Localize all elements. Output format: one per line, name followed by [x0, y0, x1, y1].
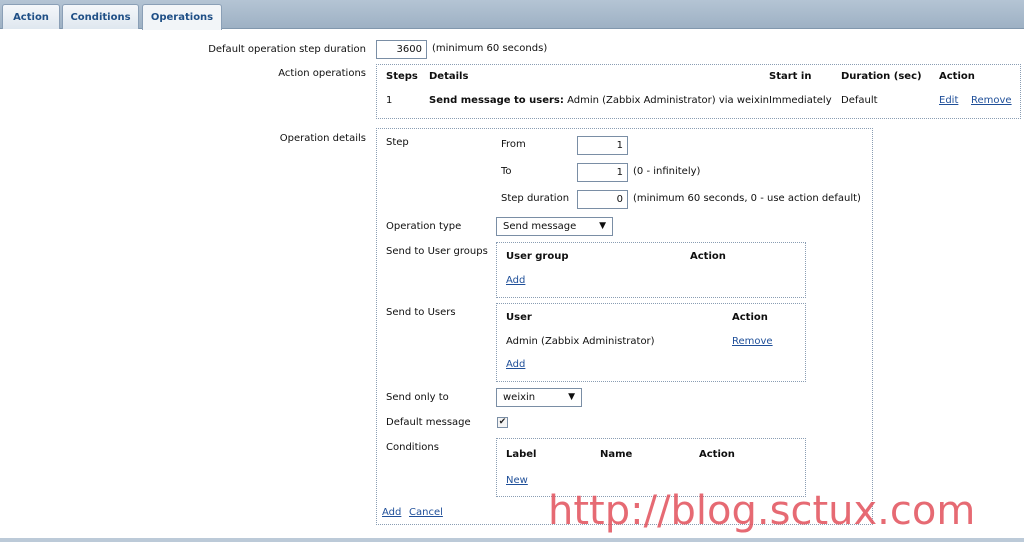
operation-type-label: Operation type [386, 221, 462, 232]
default-step-input[interactable]: 3600 [376, 40, 427, 59]
step-duration-hint: (minimum 60 seconds, 0 - use action defa… [633, 193, 861, 204]
header-user: User [506, 312, 532, 323]
header-details: Details [429, 71, 469, 82]
header-duration: Duration (sec) [841, 71, 922, 82]
chevron-down-icon: ▼ [568, 392, 575, 402]
remove-user-link[interactable]: Remove [732, 336, 773, 347]
header-user-group: User group [506, 251, 569, 262]
user-row-name: Admin (Zabbix Administrator) [506, 336, 655, 347]
check-icon: ✔ [498, 417, 507, 427]
default-step-label: Default operation step duration [208, 44, 366, 55]
operation-details-box: Step From 1 To 1 (0 - infinitely) Step d… [376, 128, 873, 525]
operation-details-label: Operation details [279, 133, 366, 144]
header-action: Action [939, 71, 975, 82]
operation-type-value: Send message [503, 221, 577, 232]
row-details-rest: Admin (Zabbix Administrator) via weixin [567, 95, 769, 106]
header-start-in: Start in [769, 71, 812, 82]
user-groups-table: User group Action Add [496, 242, 806, 298]
operation-type-select[interactable]: Send message ▼ [496, 217, 613, 236]
add-user-link[interactable]: Add [506, 359, 525, 370]
new-condition-link[interactable]: New [506, 475, 528, 486]
row-step: 1 [386, 95, 393, 106]
row-duration: Default [841, 95, 878, 106]
send-users-label: Send to Users [386, 307, 456, 318]
cancel-operation-link[interactable]: Cancel [409, 507, 443, 518]
row-start-in: Immediately [769, 95, 832, 106]
send-groups-label: Send to User groups [386, 246, 488, 257]
add-user-group-link[interactable]: Add [506, 275, 525, 286]
header-cond-label: Label [506, 449, 537, 460]
tab-operations[interactable]: Operations [142, 4, 222, 30]
header-steps: Steps [386, 71, 418, 82]
step-from-input[interactable]: 1 [577, 136, 628, 155]
header-user-action: Action [732, 312, 768, 323]
chevron-down-icon: ▼ [599, 221, 606, 231]
conditions-label: Conditions [386, 442, 439, 453]
header-cond-name: Name [600, 449, 633, 460]
to-label: To [501, 166, 512, 177]
tab-strip: Action Conditions Operations [0, 0, 1024, 30]
row-details-bold: Send message to users: [429, 95, 564, 106]
step-to-input[interactable]: 1 [577, 163, 628, 182]
step-duration-input[interactable]: 0 [577, 190, 628, 209]
tab-conditions[interactable]: Conditions [62, 4, 139, 29]
send-only-value: weixin [503, 392, 536, 403]
action-operations-table: Steps Details Start in Duration (sec) Ac… [376, 64, 1021, 119]
tab-action[interactable]: Action [2, 4, 60, 29]
from-label: From [501, 139, 526, 150]
header-group-action: Action [690, 251, 726, 262]
header-cond-action: Action [699, 449, 735, 460]
bottom-border [0, 538, 1024, 542]
watermark: http://blog.sctux.com [548, 488, 976, 534]
step-duration-label: Step duration [501, 193, 570, 204]
add-operation-link[interactable]: Add [382, 507, 401, 518]
send-only-label: Send only to [386, 392, 449, 403]
remove-operation-link[interactable]: Remove [971, 95, 1012, 106]
default-message-checkbox[interactable]: ✔ [497, 417, 508, 428]
step-label: Step [386, 137, 409, 148]
row-details: Send message to users: Admin (Zabbix Adm… [429, 95, 769, 106]
default-message-label: Default message [386, 417, 471, 428]
send-only-select[interactable]: weixin ▼ [496, 388, 582, 407]
edit-operation-link[interactable]: Edit [939, 95, 958, 106]
default-step-hint: (minimum 60 seconds) [432, 43, 548, 54]
users-table: User Action Admin (Zabbix Administrator)… [496, 303, 806, 382]
action-operations-label: Action operations [278, 68, 366, 79]
to-hint: (0 - infinitely) [633, 166, 701, 177]
